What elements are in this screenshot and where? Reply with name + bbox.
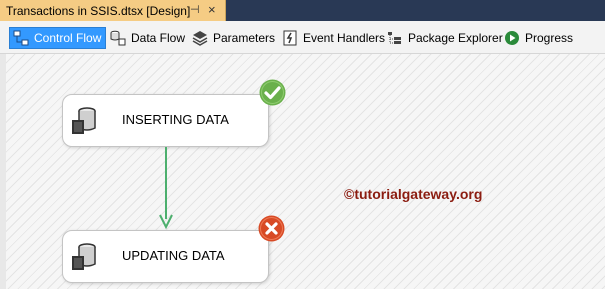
tab-event-handlers[interactable]: Event Handlers xyxy=(282,27,385,49)
tab-control-flow-label: Control Flow xyxy=(34,31,102,45)
tab-control-flow[interactable]: Control Flow xyxy=(9,27,107,49)
designer-toolbar: Control Flow Data Flow Parameters Event … xyxy=(0,21,605,54)
data-flow-icon xyxy=(110,30,126,46)
tab-progress-label: Progress xyxy=(525,31,574,45)
progress-icon xyxy=(504,30,520,46)
execute-sql-task-inserting[interactable]: INSERTING DATA xyxy=(62,94,269,147)
package-explorer-icon xyxy=(387,30,403,46)
tab-package-explorer-label: Package Explorer xyxy=(408,31,503,45)
event-handlers-icon xyxy=(282,30,298,46)
close-icon[interactable]: × xyxy=(208,2,216,17)
error-x-icon xyxy=(258,215,285,242)
tab-progress[interactable]: Progress xyxy=(504,27,573,49)
tab-data-flow-label: Data Flow xyxy=(131,31,186,45)
pin-icon[interactable]: ⊣ xyxy=(190,3,200,16)
tab-data-flow[interactable]: Data Flow xyxy=(110,27,185,49)
control-flow-icon xyxy=(13,30,29,46)
document-tab[interactable]: Transactions in SSIS.dtsx [Design] ⊣ × xyxy=(0,0,226,21)
precedence-constraint-arrow[interactable] xyxy=(159,147,173,229)
execute-sql-task-icon xyxy=(69,242,101,274)
parameters-icon xyxy=(192,30,208,46)
tab-package-explorer[interactable]: Package Explorer xyxy=(387,27,503,49)
tab-parameters[interactable]: Parameters xyxy=(192,27,275,49)
document-tab-title: Transactions in SSIS.dtsx [Design] xyxy=(6,3,191,18)
tab-parameters-label: Parameters xyxy=(213,31,276,45)
task-label: UPDATING DATA xyxy=(122,248,225,263)
document-tab-strip: Transactions in SSIS.dtsx [Design] ⊣ × xyxy=(0,0,605,21)
check-icon xyxy=(259,79,286,106)
tab-event-handlers-label: Event Handlers xyxy=(303,31,386,45)
execute-sql-task-updating[interactable]: UPDATING DATA xyxy=(62,230,269,283)
task-label: INSERTING DATA xyxy=(122,112,229,127)
execute-sql-task-icon xyxy=(69,106,101,138)
watermark-text: ©tutorialgateway.org xyxy=(344,186,483,202)
